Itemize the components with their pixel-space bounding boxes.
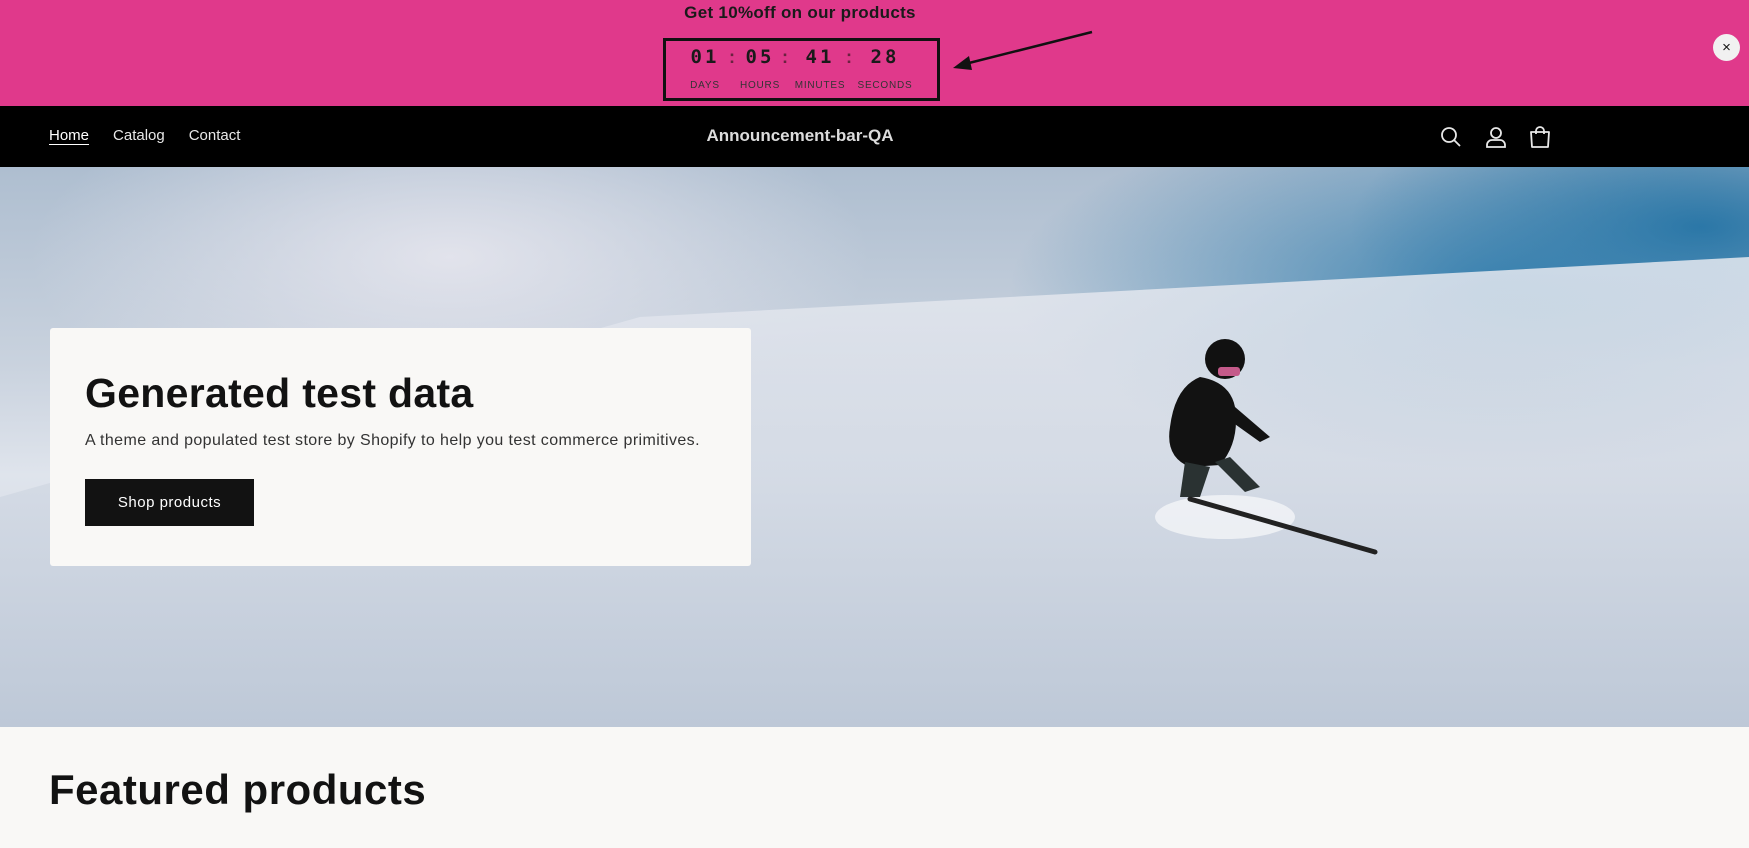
hero-banner: Generated test data A theme and populate… bbox=[0, 167, 1749, 727]
site-header: Home Catalog Contact Announcement-bar-QA bbox=[0, 106, 1749, 167]
account-icon[interactable] bbox=[1483, 124, 1509, 150]
cart-icon[interactable] bbox=[1527, 124, 1553, 150]
minutes-label: MINUTES bbox=[794, 80, 846, 91]
announcement-bar: Get 10%off on our products 01 DAYS : 05 … bbox=[0, 0, 1749, 106]
featured-products-heading: Featured products bbox=[49, 766, 427, 813]
countdown-hours: 05 HOURS bbox=[736, 45, 784, 92]
countdown-timer: 01 DAYS : 05 HOURS : 41 MINUTES : 28 SEC… bbox=[663, 38, 940, 101]
seconds-value: 28 bbox=[870, 46, 900, 68]
hours-value: 05 bbox=[745, 46, 775, 68]
days-label: DAYS bbox=[690, 80, 720, 91]
days-value: 01 bbox=[690, 46, 720, 68]
separator: : bbox=[729, 47, 735, 67]
store-brand[interactable]: Announcement-bar-QA bbox=[0, 126, 1600, 146]
countdown-minutes: 41 MINUTES bbox=[788, 45, 852, 92]
hero-card: Generated test data A theme and populate… bbox=[50, 328, 751, 566]
hero-title: Generated test data bbox=[85, 370, 474, 416]
countdown-seconds: 28 SECONDS bbox=[852, 45, 918, 92]
hours-label: HOURS bbox=[739, 80, 781, 91]
search-icon[interactable] bbox=[1438, 124, 1464, 150]
shop-products-button[interactable]: Shop products bbox=[85, 479, 254, 526]
announcement-title: Get 10%off on our products bbox=[684, 3, 916, 22]
countdown-days: 01 DAYS bbox=[683, 45, 727, 92]
pointer-arrow-icon bbox=[953, 30, 1093, 70]
minutes-value: 41 bbox=[805, 46, 835, 68]
close-announcement-button[interactable]: × bbox=[1713, 34, 1740, 61]
hero-subtitle: A theme and populated test store by Shop… bbox=[85, 432, 700, 449]
seconds-label: SECONDS bbox=[857, 80, 913, 91]
